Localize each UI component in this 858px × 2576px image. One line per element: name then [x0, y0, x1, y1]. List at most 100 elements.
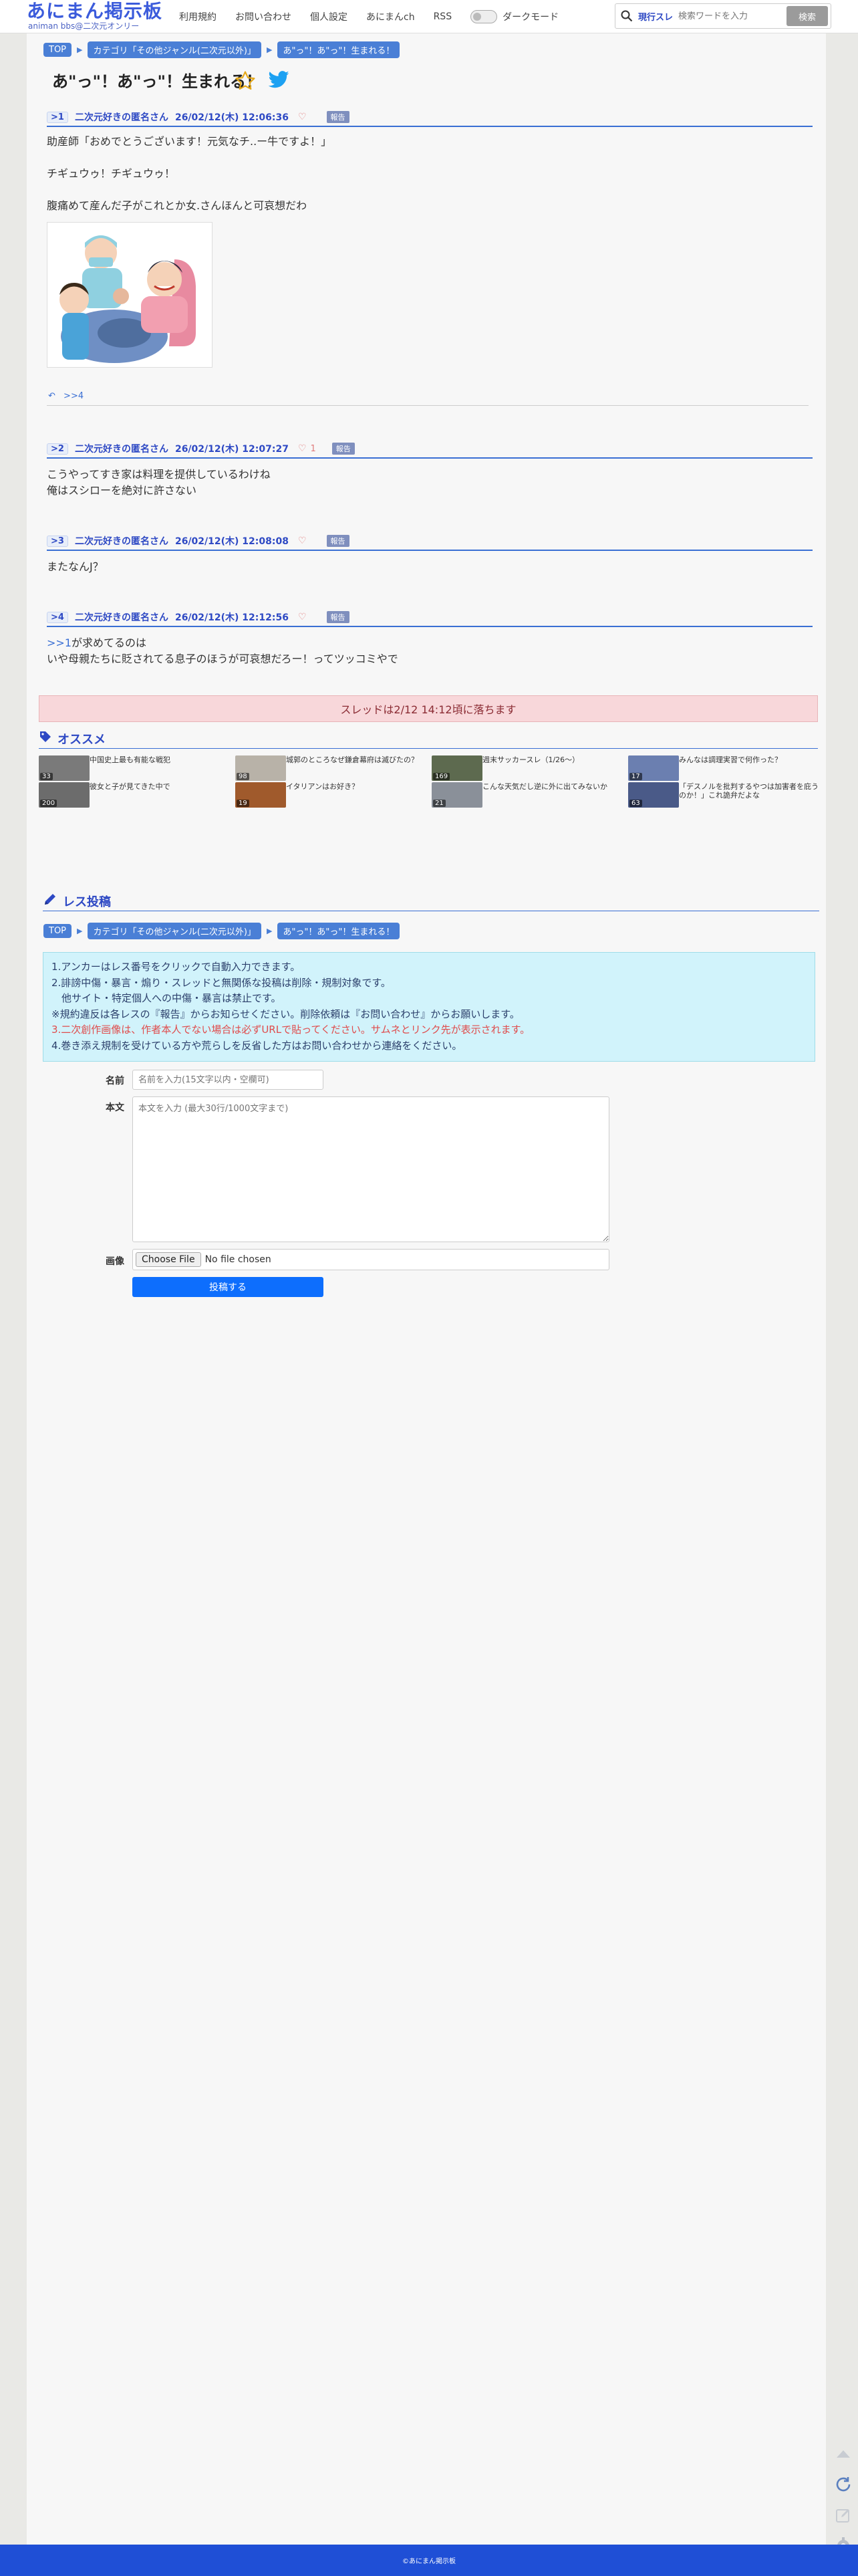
twitter-share-icon[interactable]: [267, 71, 290, 92]
reply-arrow-icon: ↶: [48, 391, 55, 401]
post-number[interactable]: >4: [47, 611, 68, 623]
name-label: 名前: [106, 1076, 124, 1086]
notice-line: 1.アンカーはレス番号をクリックで自動入力できます。: [51, 961, 301, 973]
like-heart-icon[interactable]: ♡: [298, 536, 307, 546]
post-author: 二次元好きの匿名さん: [74, 444, 168, 455]
thread-drop-alert: スレッドは2/12 14:12頃に落ちます: [39, 695, 818, 722]
name-field[interactable]: [132, 1070, 323, 1090]
search-input[interactable]: [678, 11, 779, 21]
body-textarea[interactable]: [132, 1096, 609, 1242]
recommend-thumbnail: 21: [432, 782, 482, 808]
recommend-item[interactable]: 21 こんな天気だし逆に外に出てみないか: [432, 782, 625, 808]
recommend-thumbnail: 98: [235, 755, 286, 781]
breadcrumb-separator-icon: ▶: [266, 45, 273, 54]
reply-form-title: レス投稿: [63, 895, 111, 909]
post-line: >>1が求めてるのは: [47, 635, 398, 651]
notice-line: 3.二次創作画像は、作者本人でない場合は必ずURLで貼ってください。サムネとリン…: [51, 1024, 531, 1036]
recommend-thumbnail: 19: [235, 782, 286, 808]
post-anchor[interactable]: >>1: [47, 636, 72, 649]
post-author: 二次元好きの匿名さん: [74, 612, 168, 623]
site-logo[interactable]: あにまん掲示板 animan bbs@二次元オンリー: [27, 1, 162, 31]
search-button[interactable]: 検索: [786, 6, 828, 26]
comment-count: 17: [629, 773, 642, 780]
report-button[interactable]: 報告: [331, 443, 355, 455]
favorite-star-icon[interactable]: [234, 70, 257, 95]
post-date: 26/02/12(木) 12:06:36: [174, 112, 289, 123]
post-line: 助産師「おめでとうございます！元気なチ..ー牛ですよ！」: [47, 135, 332, 148]
nav-animanch[interactable]: あにまんch: [366, 10, 415, 23]
breadcrumb-separator-icon: ▶: [77, 45, 83, 54]
scroll-top-icon[interactable]: [831, 2442, 855, 2466]
post-header: >2 二次元好きの匿名さん 26/02/12(木) 12:07:27 ♡ 1 報…: [47, 440, 813, 459]
breadcrumb-thread[interactable]: あ"っ"！あ"っ"！生まれる！: [277, 923, 400, 939]
breadcrumb-top[interactable]: TOP: [43, 924, 72, 938]
recommend-title-text: 城郭のところなぜ鎌倉幕府は滅びたの？: [286, 755, 418, 764]
reply-form-header: レス投稿: [43, 891, 819, 911]
recommend-title-text: 「デスノルを批判するやつは加害者を庇うのか！」これ詭弁だよな: [679, 782, 819, 800]
submit-button[interactable]: 投稿する: [132, 1277, 323, 1297]
nav-rss[interactable]: RSS: [434, 11, 452, 22]
recommend-item[interactable]: 63 「デスノルを批判するやつは加害者を庇うのか！」これ詭弁だよな: [628, 782, 822, 808]
recommend-item[interactable]: 19 イタリアンはお好き？: [235, 782, 429, 808]
notice-line: 2.誹謗中傷・暴言・煽り・スレッドと無関係な投稿は削除・規制対象です。: [51, 976, 391, 989]
recommend-item[interactable]: 17 みんなは調理実習で何作った？: [628, 755, 822, 781]
dark-mode-toggle[interactable]: ダークモード: [470, 10, 559, 23]
like-heart-icon[interactable]: ♡: [298, 443, 307, 454]
recommend-item[interactable]: 33 中国史上最も有能な戦犯: [39, 755, 233, 781]
report-button[interactable]: 報告: [326, 535, 349, 547]
thread-title: あ"っ"！あ"っ"！生まれる！: [52, 72, 263, 91]
post-number[interactable]: >3: [47, 535, 68, 547]
comment-count: 63: [629, 800, 642, 807]
site-header: あにまん掲示板 animan bbs@二次元オンリー 利用規約 お問い合わせ 個…: [0, 0, 858, 33]
post-line: 俺はスシローを絶対に許さない: [47, 484, 197, 497]
recommend-item[interactable]: 200 彼女と子が見てきた中で: [39, 782, 233, 808]
recommend-item[interactable]: 98 城郭のところなぜ鎌倉幕府は滅びたの？: [235, 755, 429, 781]
like-heart-icon[interactable]: ♡: [298, 612, 307, 622]
body-label: 本文: [106, 1102, 124, 1113]
top-nav: 利用規約 お問い合わせ 個人設定 あにまんch RSS ダークモード: [179, 0, 559, 33]
report-button[interactable]: 報告: [326, 111, 349, 123]
image-file-input[interactable]: Choose File No file chosen: [132, 1249, 609, 1270]
recommend-item[interactable]: 169 週末サッカースレ（1/26〜）: [432, 755, 625, 781]
pencil-icon: [43, 892, 57, 910]
nav-contact[interactable]: お問い合わせ: [235, 10, 291, 23]
recommend-thumbnail: 33: [39, 755, 90, 781]
recommend-header: オススメ: [39, 729, 818, 749]
search-mode-select[interactable]: 現行スレ: [638, 10, 673, 23]
post-date: 26/02/12(木) 12:08:08: [174, 536, 289, 547]
recommend-title-text: イタリアンはお好き？: [286, 782, 360, 791]
breadcrumb-thread[interactable]: あ"っ"！あ"っ"！生まれる！: [277, 41, 400, 58]
post-image[interactable]: [47, 222, 212, 368]
recommend-thumbnail: 17: [628, 755, 679, 781]
tag-icon: [39, 730, 52, 747]
post-number[interactable]: >1: [47, 111, 68, 123]
recommend-thumbnail: 169: [432, 755, 482, 781]
breadcrumb-separator-icon: ▶: [77, 927, 83, 935]
report-button[interactable]: 報告: [326, 611, 349, 623]
recommend-thumbnail: 200: [39, 782, 90, 808]
reply-anchor[interactable]: >>4: [63, 391, 84, 401]
reply-link[interactable]: ↶ >>4: [48, 391, 84, 401]
breadcrumb: TOP ▶ カテゴリ「その他ジャンル(二次元以外)」 ▶ あ"っ"！あ"っ"！生…: [43, 41, 400, 58]
posting-rules-notice: 1.アンカーはレス番号をクリックで自動入力できます。 2.誹謗中傷・暴言・煽り・…: [43, 952, 815, 1062]
choose-file-button[interactable]: Choose File: [136, 1252, 201, 1267]
write-icon[interactable]: [831, 2503, 855, 2527]
post-body: またなんJ？: [47, 559, 104, 575]
breadcrumb-top[interactable]: TOP: [43, 43, 72, 57]
recommend-title-text: 中国史上最も有能な戦犯: [90, 755, 170, 764]
post-number[interactable]: >2: [47, 443, 68, 455]
recommend-title-text: みんなは調理実習で何作った？: [679, 755, 782, 764]
post-body: 助産師「おめでとうございます！元気なチ..ー牛ですよ！」 チギュウゥ！チギュウゥ…: [47, 134, 331, 214]
nav-settings[interactable]: 個人設定: [310, 10, 347, 23]
reload-icon[interactable]: [831, 2472, 855, 2496]
breadcrumb-category[interactable]: カテゴリ「その他ジャンル(二次元以外)」: [88, 41, 261, 58]
recommend-title-text: こんな天気だし逆に外に出てみないか: [482, 782, 607, 791]
like-heart-icon[interactable]: ♡: [298, 112, 307, 122]
comment-count: 200: [40, 800, 57, 807]
breadcrumb-category[interactable]: カテゴリ「その他ジャンル(二次元以外)」: [88, 923, 261, 939]
nav-terms[interactable]: 利用規約: [179, 10, 217, 23]
recommend-title-text: 彼女と子が見てきた中で: [90, 782, 170, 791]
notice-line: 4.巻き添え規制を受けている方や荒らしを反省した方はお問い合わせから連絡をくださ…: [51, 1039, 462, 1052]
toggle-track[interactable]: [470, 10, 498, 23]
post-line-text: が求めてるのは: [72, 636, 147, 649]
